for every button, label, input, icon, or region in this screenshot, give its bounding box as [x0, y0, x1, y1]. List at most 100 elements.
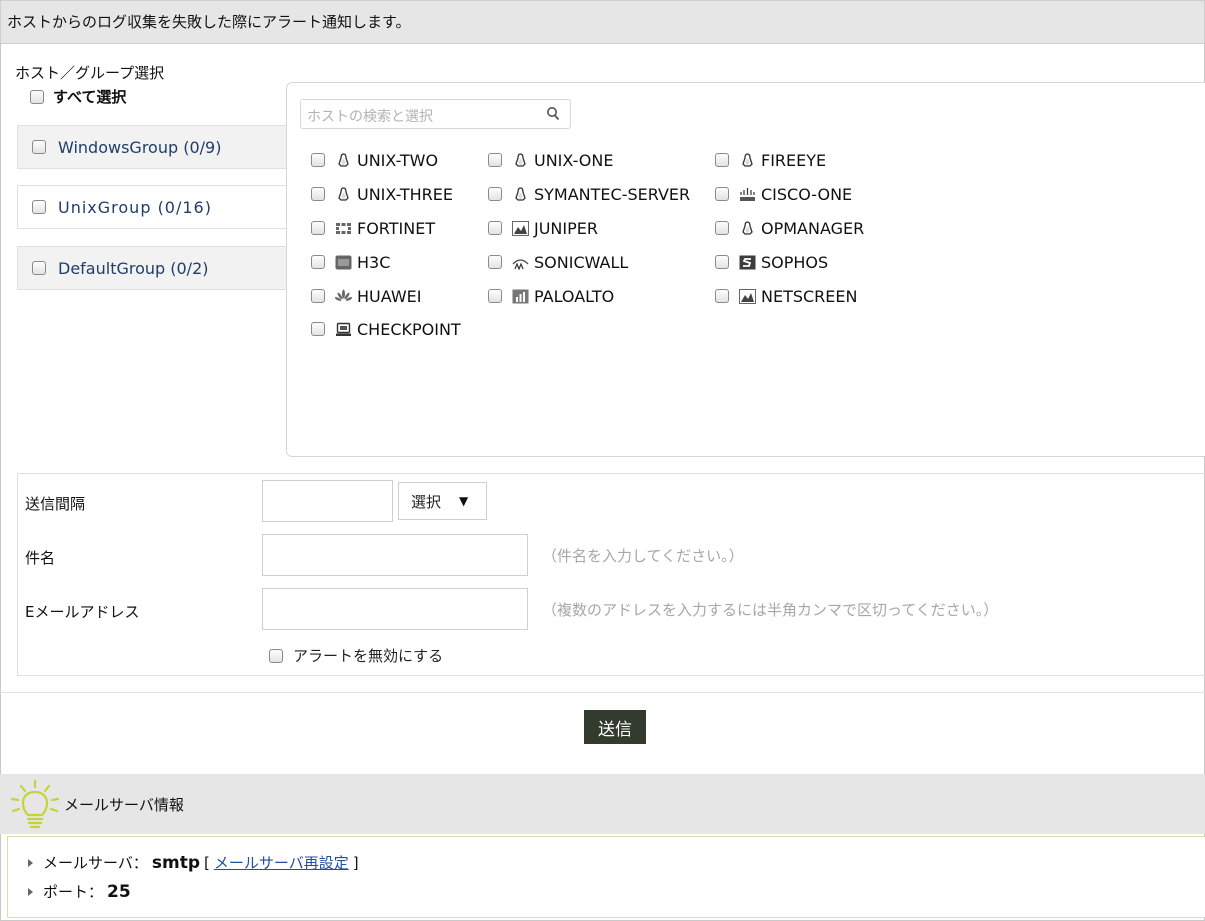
host-item-sonicwall[interactable]: SONICWALL [488, 252, 628, 272]
host-label: UNIX-THREE [357, 184, 454, 204]
host-item-sophos[interactable]: SOPHOS [715, 252, 828, 272]
mail-server-label: メールサーバ： [43, 854, 148, 872]
bracket-close: ] [352, 853, 359, 872]
cisco-icon [740, 187, 755, 201]
host-checkbox[interactable] [715, 255, 729, 269]
interval-unit-value: 選択 [411, 492, 442, 511]
subject-label: 件名 [25, 549, 56, 567]
host-label: OPMANAGER [761, 218, 865, 238]
select-all-label: すべて選択 [53, 88, 127, 106]
host-item-fireeye[interactable]: FIREEYE [715, 150, 826, 170]
host-item-h3c[interactable]: H3C [311, 252, 390, 272]
subject-hint: （件名を入力してください。） [542, 547, 744, 565]
host-checkbox[interactable] [488, 289, 502, 303]
host-label: HUAWEI [357, 286, 422, 306]
host-checkbox[interactable] [311, 153, 325, 167]
host-item-cisco-one[interactable]: CISCO-ONE [715, 184, 852, 204]
group-checkbox[interactable] [32, 261, 46, 275]
linux-icon [742, 152, 753, 167]
host-checkbox[interactable] [311, 289, 325, 303]
bullet-arrow-icon [28, 858, 33, 867]
host-checkbox[interactable] [311, 187, 325, 201]
host-label: FORTINET [357, 218, 436, 238]
host-checkbox[interactable] [715, 153, 729, 167]
bracket-open: [ [204, 853, 210, 872]
linux-icon [338, 186, 349, 201]
mail-server-details [7, 836, 1205, 918]
search-placeholder: ホストの検索と選択 [307, 109, 433, 125]
interval-unit-select[interactable]: 選択 ▼ [398, 482, 487, 520]
host-search-input[interactable]: ホストの検索と選択 [300, 99, 571, 129]
host-checkbox[interactable] [715, 187, 729, 201]
mail-server-reconfig-link[interactable]: メールサーバ再設定 [214, 852, 349, 873]
send-button[interactable]: 送信 [584, 710, 646, 744]
host-checkbox[interactable] [488, 255, 502, 269]
select-all-checkbox[interactable] [30, 89, 44, 104]
host-label: SONICWALL [534, 252, 629, 272]
host-label: CHECKPOINT [357, 319, 461, 339]
host-item-checkpoint[interactable]: CHECKPOINT [311, 319, 461, 339]
paloalto-icon [512, 289, 529, 303]
interval-label: 送信間隔 [25, 495, 86, 513]
linux-icon [515, 186, 526, 201]
group-checkbox[interactable] [32, 200, 46, 214]
host-item-unix-three[interactable]: UNIX-THREE [311, 184, 453, 204]
bullet-arrow-icon [28, 887, 33, 896]
group-item-windows[interactable]: WindowsGroup (0/9) [17, 125, 287, 169]
host-checkbox[interactable] [311, 221, 325, 235]
host-label: UNIX-TWO [357, 150, 439, 170]
divider [0, 692, 1205, 693]
search-icon[interactable] [546, 106, 560, 122]
host-item-opmanager[interactable]: OPMANAGER [715, 218, 864, 238]
disable-alert-option[interactable]: アラートを無効にする [269, 645, 443, 666]
sonicwall-icon [512, 258, 529, 270]
linux-icon [338, 152, 349, 167]
host-item-juniper[interactable]: JUNIPER [488, 218, 598, 238]
host-item-netscreen[interactable]: NETSCREEN [715, 286, 857, 306]
host-item-huawei[interactable]: HUAWEI [311, 286, 421, 306]
mail-server-line: メールサーバ： smtp [ メールサーバ再設定 ] [28, 852, 359, 873]
group-label: WindowsGroup (0/9) [58, 137, 222, 157]
subject-input[interactable] [262, 534, 528, 576]
linux-icon [742, 220, 753, 235]
mail-server-header: メールサーバ情報 [0, 774, 1205, 834]
host-item-unix-one[interactable]: UNIX-ONE [488, 150, 613, 170]
alert-form [17, 473, 1205, 676]
host-checkbox[interactable] [715, 289, 729, 303]
netscreen-icon [739, 288, 756, 304]
host-item-fortinet[interactable]: FORTINET [311, 218, 435, 238]
host-checkbox[interactable] [311, 255, 325, 269]
mail-server-value: smtp [151, 852, 200, 873]
host-label: H3C [357, 252, 391, 272]
disable-alert-label: アラートを無効にする [293, 647, 444, 665]
host-checkbox[interactable] [715, 221, 729, 235]
host-checkbox[interactable] [488, 187, 502, 201]
group-label: UnixGroup (0/16) [58, 197, 212, 217]
host-checkbox[interactable] [488, 221, 502, 235]
juniper-icon [512, 220, 529, 236]
email-input[interactable] [262, 588, 528, 630]
host-label: FIREEYE [761, 150, 827, 170]
host-label: NETSCREEN [761, 286, 858, 306]
host-item-symantec-server[interactable]: SYMANTEC-SERVER [488, 184, 690, 204]
group-item-unix[interactable]: UnixGroup (0/16) [17, 185, 286, 229]
header-bar: ホストからのログ収集を失敗した際にアラート通知します。 [0, 0, 1205, 44]
host-checkbox[interactable] [311, 322, 325, 336]
port-label: ポート： [43, 883, 104, 901]
lightbulb-icon [10, 780, 60, 829]
host-label: JUNIPER [534, 218, 598, 238]
group-checkbox[interactable] [32, 140, 46, 154]
host-label: CISCO-ONE [761, 184, 853, 204]
checkpoint-icon [336, 322, 351, 336]
host-item-paloalto[interactable]: PALOALTO [488, 286, 614, 306]
group-item-default[interactable]: DefaultGroup (0/2) [17, 246, 287, 290]
port-value: 25 [107, 881, 131, 902]
group-label: DefaultGroup (0/2) [58, 258, 209, 278]
interval-input[interactable] [262, 480, 393, 522]
host-checkbox[interactable] [488, 153, 502, 167]
disable-alert-checkbox[interactable] [269, 648, 283, 663]
select-all[interactable]: すべて選択 [30, 86, 126, 107]
host-item-unix-two[interactable]: UNIX-TWO [311, 150, 438, 170]
h3c-icon [335, 255, 352, 269]
linux-icon [515, 152, 526, 167]
